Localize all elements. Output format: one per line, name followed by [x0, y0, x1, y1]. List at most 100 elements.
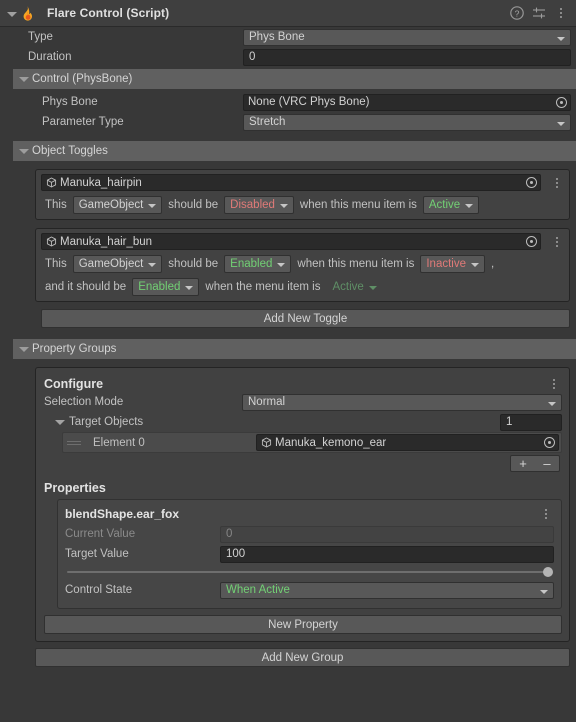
- section-header-control[interactable]: Control (PhysBone): [13, 69, 576, 89]
- field-row-phys-bone: Phys Bone None (VRC Phys Bone): [0, 92, 576, 112]
- list-add-remove-box: + –: [510, 455, 560, 472]
- toggle-rule-line: This GameObject should be Disabled when …: [41, 196, 565, 214]
- toggle-type-dropdown[interactable]: GameObject: [72, 196, 163, 214]
- target-objects-foldout[interactable]: Target Objects 1: [44, 412, 562, 432]
- target-element-row: Element 0 Manuka_kemono_ear: [62, 432, 562, 453]
- toggle-card: Manuka_hair_bun This GameObject should b…: [35, 228, 570, 302]
- group-menu-icon[interactable]: [546, 376, 562, 392]
- component-foldout-arrow[interactable]: [5, 7, 18, 20]
- slider-knob[interactable]: [543, 567, 553, 577]
- chevron-down-icon: [148, 263, 157, 267]
- parameter-type-value: Stretch: [249, 116, 286, 128]
- label-control-state: Control State: [65, 584, 133, 596]
- element-object-field[interactable]: Manuka_kemono_ear: [256, 434, 559, 451]
- object-picker-icon[interactable]: [542, 435, 557, 450]
- component-menu-icon[interactable]: [553, 5, 569, 21]
- remove-element-button[interactable]: –: [535, 456, 559, 471]
- duration-input[interactable]: 0: [243, 48, 571, 66]
- toggle-menu-icon[interactable]: [549, 234, 565, 250]
- target-value: 100: [226, 548, 246, 560]
- chevron-down-icon: [548, 401, 556, 406]
- field-row-type: Type Phys Bone: [0, 27, 576, 47]
- target-objects-size-value: 1: [506, 416, 513, 428]
- phys-bone-value: None (VRC Phys Bone): [248, 96, 370, 108]
- section-header-property-groups[interactable]: Property Groups: [13, 339, 576, 359]
- label-phys-bone: Phys Bone: [42, 96, 98, 108]
- label-selection-mode: Selection Mode: [44, 396, 124, 408]
- object-picker-icon[interactable]: [524, 234, 539, 249]
- drag-handle-icon[interactable]: [67, 440, 81, 445]
- add-new-toggle-label: Add New Toggle: [263, 312, 348, 325]
- gameobject-cube-icon: [261, 437, 272, 448]
- add-element-button[interactable]: +: [511, 456, 535, 471]
- group-title-row: Configure: [44, 376, 562, 392]
- toggle-menu-state-value: Active: [332, 281, 364, 293]
- new-property-button[interactable]: New Property: [44, 615, 562, 634]
- add-new-group-button[interactable]: Add New Group: [35, 648, 570, 667]
- target-value-input[interactable]: 100: [220, 545, 554, 563]
- property-menu-icon[interactable]: [538, 506, 554, 522]
- label-duration: Duration: [28, 51, 72, 63]
- toggle-state-value: Enabled: [138, 281, 181, 293]
- kebab-dots: [556, 236, 558, 247]
- chevron-down-icon: [471, 263, 479, 267]
- toggle-state-dropdown[interactable]: Enabled: [224, 255, 292, 273]
- property-name: blendShape.ear_fox: [65, 507, 180, 521]
- preset-icon[interactable]: [531, 5, 547, 21]
- toggle-card: Manuka_hairpin This GameObject should be…: [35, 169, 570, 220]
- toggle-rule-line: This GameObject should be Enabled when t…: [41, 255, 565, 273]
- component-header: Flare Control (Script) ?: [0, 0, 576, 27]
- field-row-selection-mode: Selection Mode Normal: [44, 392, 562, 412]
- kebab-dots: [556, 177, 558, 188]
- toggle-header: Manuka_hair_bun: [41, 233, 565, 250]
- field-row-parameter-type: Parameter Type Stretch: [0, 112, 576, 132]
- parameter-type-dropdown[interactable]: Stretch: [243, 113, 571, 131]
- toggle-object-field[interactable]: Manuka_hairpin: [41, 174, 541, 191]
- toggle-menu-state-value: Active: [428, 199, 461, 211]
- toggle-menu-state-dropdown[interactable]: Inactive: [420, 255, 485, 273]
- slider-track[interactable]: [67, 567, 553, 577]
- svg-text:?: ?: [515, 8, 520, 18]
- section-header-control-label: Control (PhysBone): [32, 73, 133, 85]
- toggle-state-value: Disabled: [230, 199, 275, 211]
- phys-bone-object-field[interactable]: None (VRC Phys Bone): [243, 93, 571, 111]
- toggle-type-dropdown[interactable]: GameObject: [72, 255, 163, 273]
- property-card: blendShape.ear_fox Current Value 0 Targe…: [57, 499, 562, 609]
- duration-value: 0: [249, 51, 256, 63]
- selection-mode-dropdown[interactable]: Normal: [242, 393, 562, 411]
- control-state-dropdown[interactable]: When Active: [220, 581, 554, 599]
- type-dropdown-value: Phys Bone: [249, 31, 305, 43]
- type-dropdown[interactable]: Phys Bone: [243, 28, 571, 46]
- toggle-menu-state-dropdown[interactable]: Active: [422, 196, 480, 214]
- rule-mid: should be: [168, 199, 219, 211]
- section-header-object-toggles-label: Object Toggles: [32, 145, 108, 157]
- component-title: Flare Control (Script): [47, 6, 170, 20]
- add-new-toggle-button[interactable]: Add New Toggle: [41, 309, 570, 328]
- field-row-current-value: Current Value 0: [65, 524, 554, 544]
- target-objects-size-input[interactable]: 1: [500, 413, 562, 431]
- toggle-state-dropdown[interactable]: Disabled: [224, 196, 294, 214]
- toggle-object-name: Manuka_hairpin: [60, 176, 142, 189]
- toggle-rule-line-secondary: and it should be Enabled when the menu i…: [41, 278, 565, 296]
- rule-suffix: when this menu item is: [297, 258, 415, 270]
- label-target-value: Target Value: [65, 548, 129, 560]
- toggle-state-dropdown-secondary[interactable]: Enabled: [132, 278, 200, 296]
- target-objects-label: Target Objects: [69, 416, 144, 428]
- rule-mid: should be: [168, 258, 219, 270]
- kebab-dots: [553, 379, 555, 389]
- control-state-value: When Active: [226, 584, 290, 596]
- rule-prefix: This: [45, 258, 67, 270]
- toggle-object-field[interactable]: Manuka_hair_bun: [41, 233, 541, 250]
- object-picker-icon[interactable]: [524, 175, 539, 190]
- chevron-down-icon: [465, 204, 474, 208]
- rule-prefix: and it should be: [45, 281, 127, 293]
- current-value-input: 0: [220, 525, 554, 543]
- section-header-object-toggles[interactable]: Object Toggles: [13, 141, 576, 161]
- toggle-menu-icon[interactable]: [549, 175, 565, 191]
- target-value-slider[interactable]: [65, 564, 554, 580]
- help-icon[interactable]: ?: [509, 5, 525, 21]
- chevron-down-icon: [368, 286, 377, 290]
- object-picker-icon[interactable]: [554, 95, 569, 110]
- field-row-duration: Duration 0: [0, 47, 576, 67]
- properties-title: Properties: [44, 481, 106, 495]
